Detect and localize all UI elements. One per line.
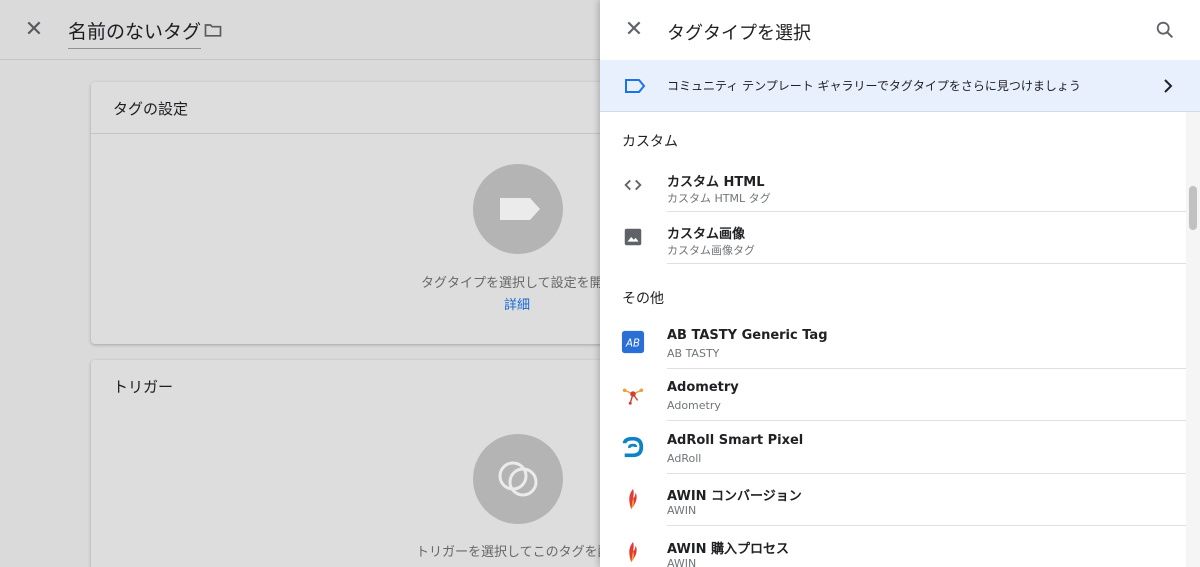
code-icon (620, 172, 646, 198)
section-label-custom: カスタム (622, 134, 678, 150)
svg-text:AB: AB (625, 339, 640, 350)
list-item[interactable]: AdRoll Smart Pixel AdRoll (600, 422, 1186, 474)
adometry-logo-icon (620, 381, 646, 407)
item-vendor: AWIN (667, 504, 697, 517)
panel-title: タグタイプを選択 (667, 23, 811, 44)
search-icon[interactable] (1154, 19, 1176, 41)
adroll-logo-icon (620, 434, 646, 460)
item-vendor: AB TASTY (667, 347, 720, 360)
item-name: AWIN 購入プロセス (667, 542, 790, 557)
list-item[interactable]: カスタム HTML カスタム HTML タグ (600, 160, 1186, 212)
panel-header: ✕ タグタイプを選択 (600, 0, 1200, 60)
list-item[interactable]: AWIN コンバージョン AWIN (600, 474, 1186, 526)
item-name: AWIN コンバージョン (667, 489, 802, 504)
awin-logo-icon (620, 486, 646, 512)
awin-logo-icon (620, 539, 646, 565)
list-item[interactable]: AB AB TASTY Generic Tag AB TASTY (600, 317, 1186, 369)
divider (667, 525, 1186, 526)
community-gallery-banner[interactable]: コミュニティ テンプレート ギャラリーでタグタイプをさらに見つけましょう (600, 60, 1200, 112)
overlay-scrim[interactable] (0, 0, 600, 567)
ab-tasty-logo-icon: AB (620, 329, 646, 355)
item-name: AdRoll Smart Pixel (667, 433, 804, 448)
tag-type-panel: ✕ タグタイプを選択 コミュニティ テンプレート ギャラリーでタグタイプをさらに… (600, 0, 1200, 567)
item-vendor: AdRoll (667, 452, 702, 465)
scrollbar-thumb[interactable] (1189, 186, 1197, 230)
chevron-right-icon (1164, 79, 1173, 93)
item-name: カスタム HTML (667, 175, 765, 190)
list-item[interactable]: カスタム画像 カスタム画像タグ (600, 212, 1186, 264)
item-name: AB TASTY Generic Tag (667, 328, 828, 343)
divider (667, 263, 1186, 264)
tag-outline-icon (625, 79, 646, 93)
list-item[interactable]: Adometry Adometry (600, 369, 1186, 421)
item-vendor: カスタム画像タグ (667, 244, 755, 257)
scrollbar[interactable] (1186, 112, 1200, 567)
item-name: Adometry (667, 380, 739, 395)
item-name: カスタム画像 (667, 227, 746, 242)
divider (667, 420, 1186, 421)
image-icon (620, 224, 646, 250)
section-label-other: その他 (622, 291, 664, 307)
item-vendor: カスタム HTML タグ (667, 192, 771, 205)
tag-type-list: カスタム カスタム HTML カスタム HTML タグ カスタム画像 カスタム画… (600, 112, 1186, 567)
item-vendor: AWIN (667, 557, 697, 567)
banner-text: コミュニティ テンプレート ギャラリーでタグタイプをさらに見つけましょう (667, 79, 1081, 93)
panel-close-icon[interactable]: ✕ (622, 18, 646, 42)
list-item[interactable]: AWIN 購入プロセス AWIN (600, 527, 1186, 567)
item-vendor: Adometry (667, 399, 721, 412)
